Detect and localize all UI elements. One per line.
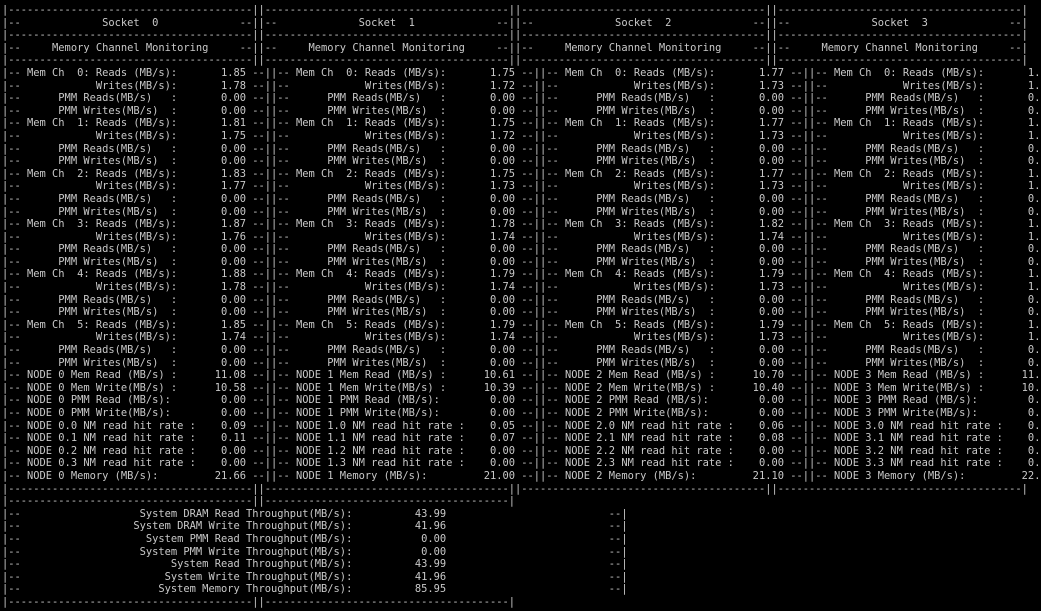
terminal-line: |-- PMM Writes(MB/s) : 0.00 --||-- PMM W… [2, 104, 1039, 117]
terminal-line: |-- PMM Writes(MB/s) : 0.00 --||-- PMM W… [2, 306, 1039, 319]
terminal-line: |---------------------------------------… [2, 482, 1028, 495]
terminal-line: |-- Writes(MB/s): 1.78 --||-- Writes(MB/… [2, 79, 1039, 92]
terminal-line: |-- NODE 0 Memory (MB/s): 21.66 --||-- N… [2, 469, 1039, 482]
terminal-line: |-- PMM Reads(MB/s) : 0.00 --||-- PMM Re… [2, 142, 1039, 155]
terminal-line: |-- System PMM Read Throughput(MB/s): 0.… [2, 532, 628, 545]
terminal-line: |-- PMM Reads(MB/s) : 0.00 --||-- PMM Re… [2, 92, 1039, 105]
terminal-line: |---------------------------------------… [2, 29, 1028, 42]
terminal-line: |-- System PMM Write Throughput(MB/s): 0… [2, 545, 628, 558]
terminal-line: |-- System Memory Throughput(MB/s): 85.9… [2, 583, 628, 596]
terminal-line: |---------------------------------------… [2, 54, 1028, 67]
terminal-line: |-- Mem Ch 5: Reads (MB/s): 1.85 --||-- … [2, 318, 1039, 331]
terminal-line: |-- System DRAM Read Throughput(MB/s): 4… [2, 507, 628, 520]
terminal-line: |-- NODE 0.1 NM read hit rate : 0.11 --|… [2, 432, 1039, 445]
terminal-line: |-- System Write Throughput(MB/s): 41.96… [2, 570, 628, 583]
terminal-line: |---------------------------------------… [2, 4, 1028, 16]
terminal-line: |-- Writes(MB/s): 1.76 --||-- Writes(MB/… [2, 230, 1039, 243]
terminal-line: |-- PMM Reads(MB/s) : 0.00 --||-- PMM Re… [2, 293, 1039, 306]
terminal-line: |-- PMM Writes(MB/s) : 0.00 --||-- PMM W… [2, 155, 1039, 168]
terminal-line: |-- Socket 0 --||-- Socket 1 --||-- Sock… [2, 16, 1028, 29]
terminal-line: |-- NODE 0 Mem Write(MB/s) : 10.58 --||-… [2, 381, 1039, 394]
terminal-line: |-- Writes(MB/s): 1.75 --||-- Writes(MB/… [2, 129, 1039, 142]
terminal-line: |-- Writes(MB/s): 1.78 --||-- Writes(MB/… [2, 281, 1039, 294]
terminal-output: |---------------------------------------… [2, 4, 1039, 609]
terminal-line: |-- Mem Ch 2: Reads (MB/s): 1.83 --||-- … [2, 167, 1039, 180]
terminal-line: |-- System DRAM Write Throughput(MB/s): … [2, 520, 628, 533]
terminal-line: |-- NODE 0.3 NM read hit rate : 0.00 --|… [2, 457, 1039, 470]
terminal-line: |---------------------------------------… [2, 595, 515, 608]
terminal-line: |-- NODE 0 Mem Read (MB/s) : 11.08 --||-… [2, 369, 1039, 382]
terminal-line: |-- NODE 0 PMM Write(MB/s): 0.00 --||-- … [2, 407, 1039, 419]
terminal-line: |-- Mem Ch 0: Reads (MB/s): 1.85 --||-- … [2, 66, 1039, 79]
terminal-line: |-- Mem Ch 1: Reads (MB/s): 1.81 --||-- … [2, 117, 1039, 130]
terminal-line: |-- NODE 0 PMM Read (MB/s): 0.00 --||-- … [2, 394, 1039, 407]
terminal-line: |-- NODE 0.0 NM read hit rate : 0.09 --|… [2, 419, 1039, 432]
terminal-line: |-- Memory Channel Monitoring --||-- Mem… [2, 41, 1028, 54]
terminal-line: |-- PMM Reads(MB/s) : 0.00 --||-- PMM Re… [2, 192, 1039, 205]
terminal-line: |-- Mem Ch 4: Reads (MB/s): 1.88 --||-- … [2, 268, 1039, 281]
terminal-line: |-- PMM Writes(MB/s) : 0.00 --||-- PMM W… [2, 205, 1039, 218]
terminal-line: |-- PMM Writes(MB/s) : 0.00 --||-- PMM W… [2, 356, 1039, 369]
terminal-line: |-- NODE 0.2 NM read hit rate : 0.00 --|… [2, 444, 1039, 457]
terminal-line: |-- Mem Ch 3: Reads (MB/s): 1.87 --||-- … [2, 218, 1039, 231]
terminal-line: |-- PMM Writes(MB/s) : 0.00 --||-- PMM W… [2, 255, 1039, 268]
terminal-line: |-- Writes(MB/s): 1.77 --||-- Writes(MB/… [2, 180, 1039, 193]
terminal-line: |-- System Read Throughput(MB/s): 43.99 … [2, 558, 628, 571]
terminal-line: |-- Writes(MB/s): 1.74 --||-- Writes(MB/… [2, 331, 1039, 344]
terminal-line: |---------------------------------------… [2, 495, 515, 508]
terminal-line: |-- PMM Reads(MB/s) : 0.00 --||-- PMM Re… [2, 344, 1039, 357]
terminal-line: |-- PMM Reads(MB/s) : 0.00 --||-- PMM Re… [2, 243, 1039, 256]
